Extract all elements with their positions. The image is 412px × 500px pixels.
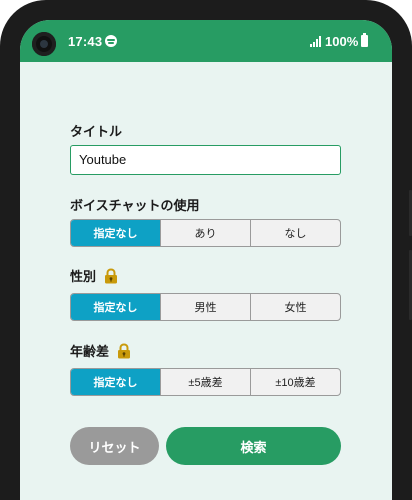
title-label: タイトル — [70, 121, 122, 140]
voice-chat-option-yes[interactable]: あり — [160, 220, 250, 246]
gender-selector: 指定なし 男性 女性 — [70, 293, 341, 321]
screen: 17:43 100% タイトル Youtube ボイスチャットの使用 指定なし … — [20, 20, 392, 500]
signal-icon — [310, 36, 322, 47]
gender-label: 性別 — [70, 266, 118, 285]
age-gap-label-text: 年齢差 — [70, 344, 110, 359]
title-label-text: タイトル — [70, 124, 123, 139]
spotify-icon — [105, 35, 117, 47]
gender-option-female[interactable]: 女性 — [250, 294, 340, 320]
reset-button[interactable]: リセット — [70, 427, 159, 465]
voice-chat-option-no[interactable]: なし — [250, 220, 340, 246]
lock-icon — [117, 342, 131, 359]
voice-chat-option-unspecified[interactable]: 指定なし — [71, 220, 160, 246]
voice-chat-label-text: ボイスチャットの使用 — [70, 198, 200, 213]
status-time: 17:43 — [68, 34, 103, 49]
gender-option-male[interactable]: 男性 — [160, 294, 250, 320]
camera-hole — [32, 32, 56, 56]
status-bar: 17:43 100% — [20, 20, 392, 62]
age-gap-option-5[interactable]: ±5歳差 — [160, 369, 250, 395]
battery-icon — [361, 33, 368, 47]
title-input[interactable]: Youtube — [70, 145, 341, 175]
battery-percent: 100% — [325, 34, 359, 49]
search-button[interactable]: 検索 — [166, 427, 341, 465]
voice-chat-label: ボイスチャットの使用 — [70, 195, 199, 214]
age-gap-option-10[interactable]: ±10歳差 — [250, 369, 340, 395]
voice-chat-selector: 指定なし あり なし — [70, 219, 341, 247]
age-gap-option-unspecified[interactable]: 指定なし — [71, 369, 160, 395]
age-gap-selector: 指定なし ±5歳差 ±10歳差 — [70, 368, 341, 396]
gender-option-unspecified[interactable]: 指定なし — [71, 294, 160, 320]
lock-icon — [104, 267, 118, 284]
age-gap-label: 年齢差 — [70, 341, 131, 360]
phone-frame: 17:43 100% タイトル Youtube ボイスチャットの使用 指定なし … — [0, 0, 412, 500]
gender-label-text: 性別 — [70, 269, 97, 284]
